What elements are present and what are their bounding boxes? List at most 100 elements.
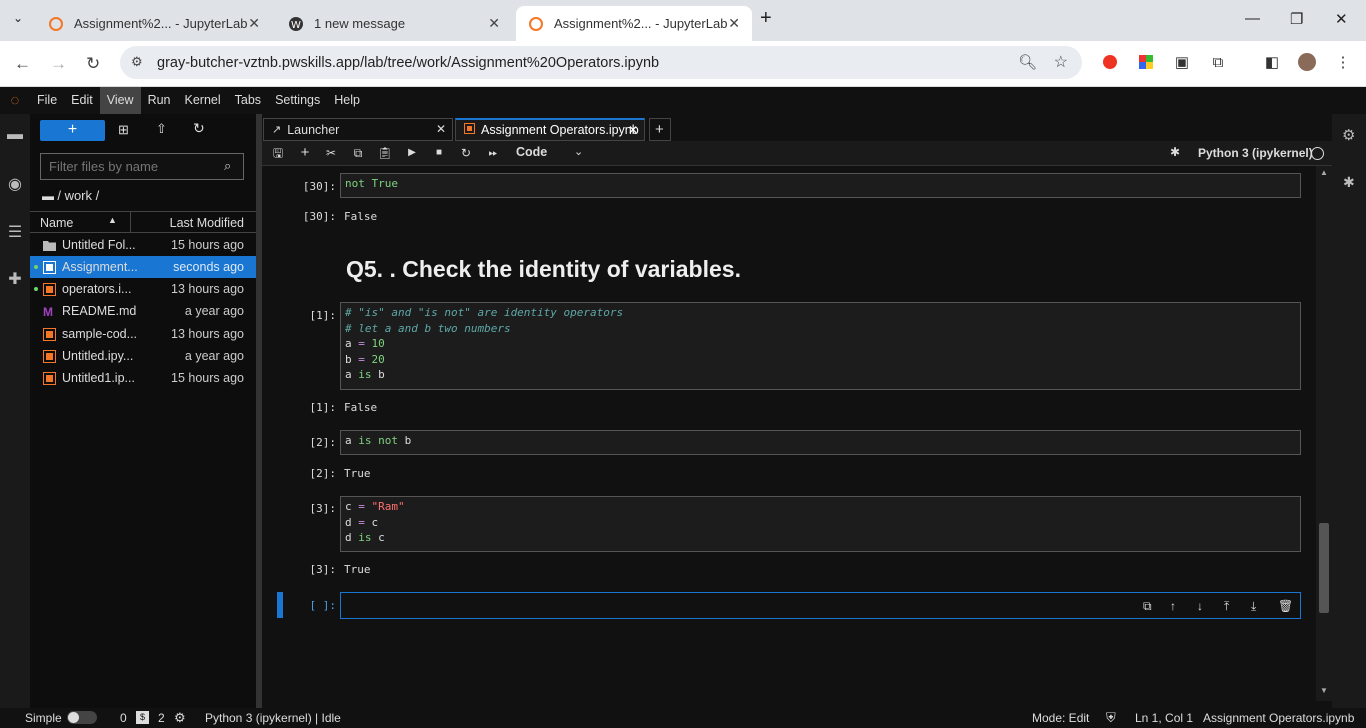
extension-color-icon[interactable] xyxy=(1137,53,1155,71)
insert-below-icon[interactable]: ⤓ xyxy=(1251,599,1256,615)
notebook-scrollbar[interactable]: ▲ ▼ xyxy=(1316,166,1332,701)
save-icon[interactable]: 🖫 xyxy=(270,145,286,161)
filter-files-input[interactable] xyxy=(40,153,244,180)
file-row[interactable]: Untitled Fol... 15 hours ago xyxy=(30,234,256,256)
file-row[interactable]: sample-cod... 13 hours ago xyxy=(30,323,256,345)
browser-tab-1[interactable]: Assignment%2... - JupyterLab ✕ xyxy=(36,6,272,41)
column-last-modified[interactable]: Last Modified xyxy=(170,216,244,230)
run-all-icon[interactable]: ⏩︎ xyxy=(485,145,501,161)
file-row[interactable]: Untitled1.ip... 15 hours ago xyxy=(30,367,256,389)
breadcrumb[interactable]: ▬ / work / xyxy=(42,188,99,203)
profile-avatar[interactable] xyxy=(1298,53,1316,71)
upload-icon[interactable]: ⇧ xyxy=(156,121,167,137)
kernel-count[interactable]: 2 xyxy=(158,711,165,725)
forward-icon[interactable]: → xyxy=(50,54,67,74)
duplicate-cell-icon[interactable]: ⧉ xyxy=(1143,599,1152,615)
close-icon[interactable]: ✕ xyxy=(728,15,740,32)
restore-icon[interactable]: ❐ xyxy=(1290,10,1303,28)
refresh-icon[interactable]: ↻ xyxy=(193,120,205,137)
code-cell[interactable]: # "is" and "is not" are identity operato… xyxy=(340,302,1301,390)
file-row[interactable]: Untitled.ipy... a year ago xyxy=(30,345,256,367)
file-row[interactable]: M README.md a year ago xyxy=(30,300,256,322)
close-icon[interactable]: ✕ xyxy=(628,123,638,137)
new-tab-icon[interactable]: + xyxy=(760,7,772,30)
simple-mode-toggle[interactable] xyxy=(67,711,97,724)
menu-view[interactable]: View xyxy=(99,87,141,114)
folder-icon[interactable]: ▬ xyxy=(6,126,24,144)
browser-menu-icon[interactable]: ⋮ xyxy=(1334,53,1352,71)
browser-tab-2[interactable]: W 1 new message ✕ xyxy=(276,6,512,41)
menu-edit[interactable]: Edit xyxy=(64,87,100,114)
stop-icon[interactable]: ■ xyxy=(431,145,447,161)
kernel-status-icon xyxy=(1311,147,1324,160)
file-row[interactable]: Assignment... seconds ago xyxy=(30,256,256,278)
chevron-down-icon[interactable]: ⌄ xyxy=(574,145,583,158)
close-icon[interactable]: ✕ xyxy=(248,15,260,32)
new-folder-icon[interactable]: ⊞ xyxy=(118,122,129,138)
move-up-icon[interactable]: ↑ xyxy=(1170,599,1176,615)
tab-notebook[interactable]: Assignment Operators.ipynb ✕ xyxy=(455,118,645,141)
window-close-icon[interactable]: ✕ xyxy=(1335,10,1348,28)
delete-cell-icon[interactable]: 🗑︎ xyxy=(1278,599,1293,615)
insert-cell-icon[interactable]: + xyxy=(297,145,313,161)
tab-launcher[interactable]: ↗ Launcher ✕ xyxy=(263,118,453,141)
menu-run[interactable]: Run xyxy=(141,87,178,114)
file-browser: + ⊞ ⇧ ↻ ⌕ ▬ / work / Name ▲ Last Modifie… xyxy=(30,114,256,708)
code-cell[interactable]: c = "Ram" d = c d is c xyxy=(340,496,1301,552)
notebook-icon xyxy=(43,349,56,363)
browser-tab-3[interactable]: Assignment%2... - JupyterLab ✕ xyxy=(516,6,752,41)
column-name[interactable]: Name xyxy=(40,216,73,230)
new-launcher-button[interactable]: + xyxy=(40,120,105,141)
extensions-puzzle-icon[interactable]: ⧉ xyxy=(1209,53,1227,71)
debugger-icon[interactable]: ✱ xyxy=(1343,174,1355,191)
launcher-icon: ↗ xyxy=(272,124,282,136)
scroll-down-icon[interactable]: ▼ xyxy=(1320,686,1328,695)
markdown-heading[interactable]: Q5. . Check the identity of variables. xyxy=(346,256,741,283)
zoom-icon[interactable]: 🔍︎ xyxy=(1018,53,1037,71)
menu-settings[interactable]: Settings xyxy=(268,87,327,114)
close-icon[interactable]: ✕ xyxy=(436,122,446,136)
kernel-name[interactable]: Python 3 (ipykernel) xyxy=(1198,146,1313,160)
run-icon[interactable]: ▶ xyxy=(404,145,420,161)
menu-help[interactable]: Help xyxy=(327,87,367,114)
running-icon[interactable]: ◉ xyxy=(6,174,24,193)
menu-file[interactable]: File xyxy=(30,87,64,114)
side-panel-icon[interactable]: ◧ xyxy=(1263,53,1281,71)
site-info-icon[interactable]: ⚙ xyxy=(131,54,143,70)
minimize-icon[interactable]: — xyxy=(1245,10,1260,27)
new-tab-button[interactable]: + xyxy=(649,118,671,141)
url-bar[interactable]: ⚙ gray-butcher-vztnb.pwskills.app/lab/tr… xyxy=(120,46,1082,79)
scroll-up-icon[interactable]: ▲ xyxy=(1320,168,1328,177)
paste-icon[interactable]: 📋︎ xyxy=(377,145,393,161)
active-code-cell[interactable]: ⧉ ↑ ↓ ⤒ ⤓ 🗑︎ xyxy=(340,592,1301,619)
insert-above-icon[interactable]: ⤒ xyxy=(1224,599,1229,615)
extension-box-icon[interactable]: ▣ xyxy=(1173,53,1191,71)
document-tabs: ↗ Launcher ✕ Assignment Operators.ipynb … xyxy=(262,114,1332,141)
move-down-icon[interactable]: ↓ xyxy=(1197,599,1203,615)
file-name: operators.i... xyxy=(62,282,132,296)
back-icon[interactable]: ← xyxy=(14,54,31,74)
kernel-status[interactable]: Python 3 (ipykernel) | Idle xyxy=(205,711,341,725)
file-row[interactable]: operators.i... 13 hours ago xyxy=(30,278,256,300)
close-icon[interactable]: ✕ xyxy=(488,15,500,32)
copy-icon[interactable]: ⧉ xyxy=(350,145,366,161)
reload-icon[interactable]: ↻ xyxy=(86,54,100,74)
property-inspector-icon[interactable]: ⚙ xyxy=(1342,126,1355,144)
cursor-position[interactable]: Ln 1, Col 1 xyxy=(1135,711,1193,725)
terminal-count[interactable]: 0 xyxy=(120,711,127,725)
cut-icon[interactable]: ✂ xyxy=(323,145,339,161)
menu-kernel[interactable]: Kernel xyxy=(178,87,228,114)
code-cell[interactable]: not True xyxy=(340,173,1301,198)
code-cell[interactable]: a is not b xyxy=(340,430,1301,455)
extension-red-icon[interactable] xyxy=(1101,53,1119,71)
extensions-icon[interactable]: ✚ xyxy=(6,269,24,288)
menu-tabs[interactable]: Tabs xyxy=(228,87,268,114)
tab-search-icon[interactable]: ⌄ xyxy=(13,11,23,25)
restart-icon[interactable]: ↻ xyxy=(458,145,474,161)
cell-type-select[interactable]: Code xyxy=(516,145,547,159)
toc-icon[interactable]: ☰ xyxy=(6,222,24,241)
debugger-icon[interactable]: ✱ xyxy=(1170,145,1180,159)
trusted-shield-icon[interactable]: ⛨ xyxy=(1106,710,1116,726)
scrollbar-thumb[interactable] xyxy=(1319,523,1329,613)
bookmark-star-icon[interactable]: ☆ xyxy=(1054,52,1068,72)
